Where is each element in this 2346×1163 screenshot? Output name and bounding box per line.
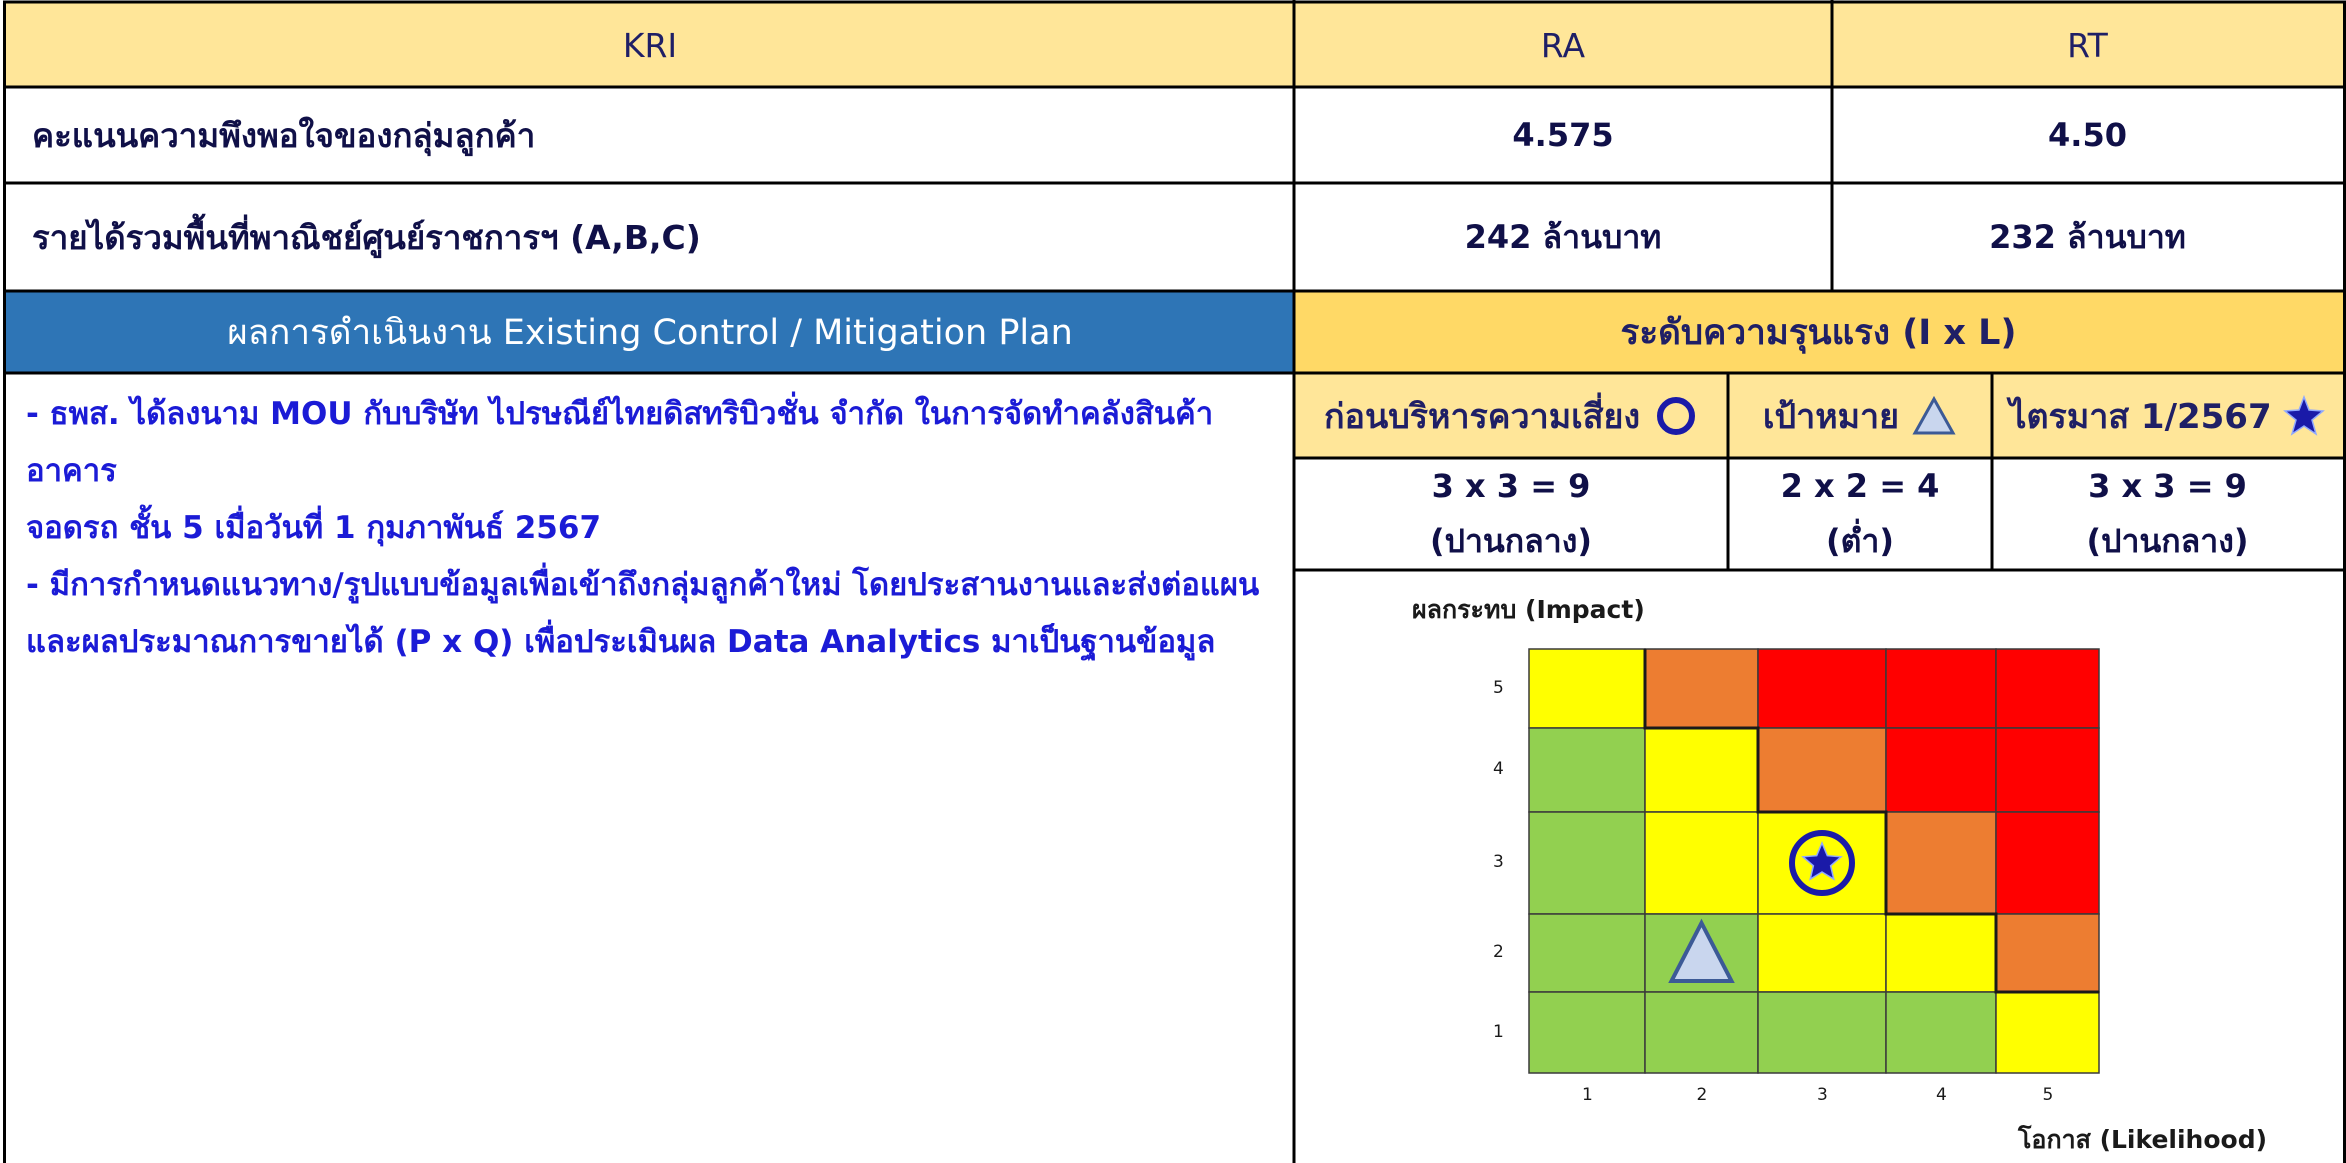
- likelihood-axis-label: โอกาส (Likelihood): [2018, 1125, 2268, 1154]
- quarter-label: ไตรมาส 1/2567: [2009, 396, 2272, 437]
- kri-row-2-rt: 232 ล้านบาท: [1832, 183, 2343, 291]
- matrix-cell-red: [1995, 727, 2100, 813]
- matrix-cell-orange: [1644, 648, 1759, 729]
- note-line: และผลประมาณการขายได้ (P x Q) เพื่อประเมิ…: [26, 624, 1216, 660]
- x-tick-label: 1: [1582, 1085, 1593, 1105]
- target-label: เป้าหมาย: [1762, 396, 1900, 437]
- circle-marker-icon: [1657, 396, 1696, 435]
- target-score: 2 x 2 = 4: [1780, 467, 1940, 505]
- before-level: (ปานกลาง): [1430, 522, 1592, 560]
- matrix-cell-yellow: [1995, 991, 2100, 1074]
- ra-header-label: RA: [1540, 25, 1586, 65]
- severity-col-before: ก่อนบริหารความเสี่ยง: [1294, 373, 1728, 458]
- ra-value-1: 4.575: [1512, 116, 1614, 154]
- rt-value-1: 4.50: [2048, 116, 2127, 154]
- triangle-marker-icon: [1912, 395, 1956, 434]
- y-tick-label: 4: [1493, 759, 1504, 779]
- kri-row-1-text: คะแนนความพึงพอใจของกลุ่มลูกค้า: [32, 115, 536, 155]
- matrix-cell-green: [1644, 991, 1759, 1074]
- triangle-marker: [1668, 918, 1735, 983]
- ra-value-2: 242 ล้านบาท: [1464, 217, 1662, 256]
- rt-header-label: RT: [2067, 25, 2108, 65]
- kri-row-1-ra: 4.575: [1294, 87, 1832, 183]
- matrix-cell-green: [1757, 991, 1887, 1074]
- kri-row-2-text: รายได้รวมพื้นที่พาณิชย์ศูนย์ราชการฯ (A,B…: [32, 217, 701, 257]
- control-section-header: ผลการดำเนินงาน Existing Control / Mitiga…: [6, 291, 1294, 373]
- severity-score-target: 2 x 2 = 4 (ต่ำ): [1728, 458, 1992, 570]
- mitigation-notes: - ธพส. ได้ลงนาม MOU กับบริษัท ไปรษณีย์ไท…: [26, 386, 1296, 671]
- star-marker: [1801, 841, 1843, 881]
- matrix-cell-red: [1995, 648, 2100, 729]
- severity-score-before: 3 x 3 = 9 (ปานกลาง): [1294, 458, 1728, 570]
- matrix-cell-red: [1885, 648, 1997, 729]
- matrix-cell-yellow: [1757, 913, 1887, 993]
- before-risk-label: ก่อนบริหารความเสี่ยง: [1323, 396, 1641, 437]
- severity-col-quarter: ไตรมาส 1/2567: [1992, 373, 2343, 458]
- y-tick-label: 3: [1493, 852, 1504, 872]
- kri-row-1-label: คะแนนความพึงพอใจของกลุ่มลูกค้า: [6, 87, 1294, 183]
- zone-boundary: [1643, 649, 2099, 994]
- kri-column-header: KRI: [6, 3, 1294, 87]
- matrix-cell-red: [1995, 811, 2100, 915]
- x-tick-label: 4: [1936, 1085, 1947, 1105]
- severity-header-text: ระดับความรุนแรง (I x L): [1620, 312, 2017, 353]
- x-tick-label: 2: [1696, 1085, 1708, 1105]
- matrix-cell-yellow: [1885, 913, 1997, 993]
- matrix-cell-orange: [1995, 913, 2100, 993]
- control-header-text: ผลการดำเนินงาน Existing Control / Mitiga…: [227, 312, 1073, 353]
- y-tick-label: 2: [1493, 942, 1504, 962]
- matrix-cell-yellow: [1644, 727, 1759, 813]
- kri-header-label: KRI: [622, 25, 678, 65]
- matrix-cell-red: [1757, 648, 1887, 729]
- quarter-level: (ปานกลาง): [2086, 522, 2249, 560]
- x-tick-label: 3: [1817, 1085, 1828, 1105]
- impact-axis-label: ผลกระทบ (Impact): [1412, 595, 1645, 624]
- kri-row-2-ra: 242 ล้านบาท: [1294, 183, 1832, 291]
- star-marker-icon: [2282, 394, 2325, 436]
- severity-col-target: เป้าหมาย: [1728, 373, 1992, 458]
- matrix-cell-green: [1528, 991, 1646, 1074]
- matrix-cell-green: [1528, 811, 1646, 915]
- severity-section-header: ระดับความรุนแรง (I x L): [1294, 291, 2343, 373]
- rt-column-header: RT: [1832, 3, 2343, 87]
- matrix-cell-yellow: [1528, 648, 1646, 729]
- quarter-score: 3 x 3 = 9: [2088, 467, 2247, 505]
- circle-marker: [1789, 830, 1855, 896]
- kri-row-2-label: รายได้รวมพื้นที่พาณิชย์ศูนย์ราชการฯ (A,B…: [6, 183, 1294, 291]
- x-tick-label: 5: [2042, 1085, 2054, 1105]
- target-level: (ต่ำ): [1826, 522, 1894, 560]
- matrix-cell-yellow: [1757, 811, 1887, 915]
- matrix-cell-orange: [1885, 811, 1997, 915]
- severity-score-quarter: 3 x 3 = 9 (ปานกลาง): [1992, 458, 2343, 570]
- note-line: จอดรถ ชั้น 5 เมื่อวันที่ 1 กุมภาพันธ์ 25…: [26, 510, 602, 546]
- matrix-cell-green: [1644, 913, 1759, 993]
- matrix-cell-orange: [1757, 727, 1887, 813]
- note-line: - ธพส. ได้ลงนาม MOU กับบริษัท ไปรษณีย์ไท…: [26, 396, 1214, 489]
- y-tick-label: 5: [1493, 677, 1504, 698]
- before-score: 3 x 3 = 9: [1431, 467, 1591, 505]
- note-line: - มีการกำหนดแนวทาง/รูปแบบข้อมูลเพื่อเข้า…: [26, 567, 1260, 603]
- matrix-cell-green: [1885, 991, 1997, 1074]
- matrix-cell-red: [1885, 727, 1997, 813]
- rt-value-2: 232 ล้านบาท: [1989, 217, 2186, 256]
- y-tick-label: 1: [1493, 1021, 1504, 1042]
- kri-row-1-rt: 4.50: [1832, 87, 2343, 183]
- matrix-cell-green: [1528, 913, 1646, 993]
- matrix-cell-yellow: [1644, 811, 1759, 915]
- ra-column-header: RA: [1294, 3, 1832, 87]
- matrix-cell-green: [1528, 727, 1646, 813]
